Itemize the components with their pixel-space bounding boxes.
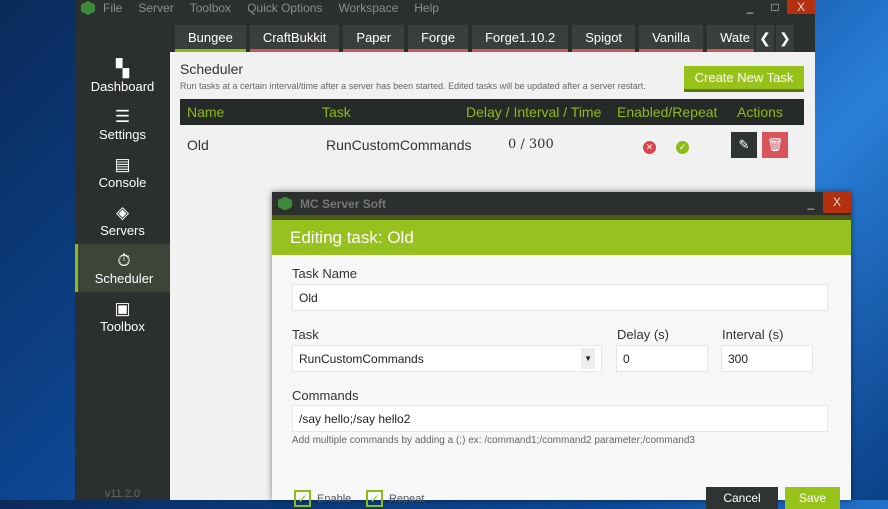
tab-next-button[interactable]: ❯ xyxy=(775,25,794,52)
dialog-minimize-button[interactable]: _ xyxy=(802,196,820,210)
cancel-button[interactable]: Cancel xyxy=(706,487,778,509)
sidebar-item-label: Settings xyxy=(99,126,146,142)
commands-label: Commands xyxy=(292,388,359,403)
tab-prev-button[interactable]: ❮ xyxy=(755,25,774,52)
tab-forge[interactable]: Forge xyxy=(408,25,469,52)
close-button[interactable]: X xyxy=(787,0,815,14)
commands-hint: Add multiple commands by adding a (;) ex… xyxy=(292,435,695,446)
column-actions: Actions xyxy=(737,104,783,120)
menu-file[interactable]: File xyxy=(103,1,122,15)
console-icon: ▤ xyxy=(114,154,131,174)
app-logo-icon xyxy=(278,196,292,211)
page-title: Scheduler xyxy=(180,61,244,77)
task-name: Old xyxy=(187,137,209,153)
edit-task-button[interactable]: ✎ xyxy=(731,132,757,158)
delay-label: Delay (s) xyxy=(617,327,670,342)
minimize-button[interactable]: _ xyxy=(740,0,760,14)
task-name-input[interactable]: Old xyxy=(292,284,828,311)
tab-craftbukkit[interactable]: CraftBukkit xyxy=(249,25,340,52)
toolbox-icon: ▣ xyxy=(114,298,131,318)
sidebar-item-scheduler[interactable]: ⏱ Scheduler xyxy=(75,244,170,292)
page-description: Run tasks at a certain interval/time aft… xyxy=(180,81,646,91)
sidebar-item-label: Dashboard xyxy=(90,78,155,94)
sidebar-item-toolbox[interactable]: ▣ Toolbox xyxy=(75,292,170,340)
task-select-value: RunCustomCommands xyxy=(299,351,424,366)
sidebar-item-settings[interactable]: ☰ Settings xyxy=(75,100,170,148)
task-timing: 0 / 300 xyxy=(508,137,554,152)
repeat-checkbox[interactable]: ✓ Repeat xyxy=(366,490,424,507)
server-tabs: Bungee CraftBukkit Paper Forge Forge1.10… xyxy=(175,25,796,52)
version-label: v11.2.0 xyxy=(104,488,141,500)
column-enabled-repeat: Enabled/Repeat xyxy=(617,104,718,120)
enable-checkbox[interactable]: ✓ Enable xyxy=(294,490,351,507)
dialog-titlebar: MC Server Soft xyxy=(272,192,851,215)
pencil-icon: ✎ xyxy=(738,137,750,152)
sidebar-item-label: Console xyxy=(98,174,147,190)
menu-help[interactable]: Help xyxy=(414,1,439,15)
tab-waterfall[interactable]: Wate xyxy=(707,25,754,52)
tab-vanilla[interactable]: Vanilla xyxy=(639,25,704,52)
table-row[interactable]: Old RunCustomCommands 0 / 300 ✕ ✓ ✎ 🗑 xyxy=(180,132,804,162)
sliders-icon: ☰ xyxy=(114,106,131,126)
checkmark-icon: ✓ xyxy=(366,490,383,507)
dialog-close-button[interactable]: X xyxy=(823,192,851,213)
menu-server[interactable]: Server xyxy=(138,1,173,15)
save-button[interactable]: Save xyxy=(785,487,840,509)
repeat-label: Repeat xyxy=(389,492,425,505)
tab-paper[interactable]: Paper xyxy=(343,25,405,52)
enable-label: Enable xyxy=(317,492,352,505)
dialog-app-title: MC Server Soft xyxy=(300,196,387,211)
sidebar-item-servers[interactable]: ◈ Servers xyxy=(75,196,170,244)
tab-bungee[interactable]: Bungee xyxy=(175,25,246,52)
menu-bar: File Server Toolbox Quick Options Worksp… xyxy=(75,0,815,16)
column-task: Task xyxy=(322,104,351,120)
menu-workspace[interactable]: Workspace xyxy=(338,1,398,15)
menu-toolbox[interactable]: Toolbox xyxy=(190,1,231,15)
maximize-button[interactable]: □ xyxy=(765,0,785,14)
chevron-down-icon: ▼ xyxy=(581,348,595,369)
checkmark-icon: ✓ xyxy=(294,490,311,507)
sidebar-item-label: Scheduler xyxy=(94,270,154,286)
sidebar: ▚ Dashboard ☰ Settings ▤ Console ◈ Servers ⏱… xyxy=(75,52,170,340)
task-select[interactable]: RunCustomCommands ▼ xyxy=(292,345,602,372)
table-header: Name Task Delay / Interval / Time Enable… xyxy=(180,99,804,125)
layers-icon: ◈ xyxy=(115,202,130,222)
menu-quick-options[interactable]: Quick Options xyxy=(247,1,322,15)
delete-task-button[interactable]: 🗑 xyxy=(762,132,788,158)
trash-icon: 🗑 xyxy=(766,137,784,152)
tab-spigot[interactable]: Spigot xyxy=(572,25,636,52)
task-label: Task xyxy=(292,327,319,342)
repeat-check-icon: ✓ xyxy=(676,141,689,154)
delay-input[interactable]: 0 xyxy=(616,345,708,372)
disabled-icon: ✕ xyxy=(643,141,656,154)
dashboard-icon: ▚ xyxy=(115,58,130,78)
task-name-label: Task Name xyxy=(292,266,358,281)
sidebar-item-dashboard[interactable]: ▚ Dashboard xyxy=(75,52,170,100)
column-name: Name xyxy=(187,104,225,120)
commands-input[interactable]: /say hello;/say hello2 xyxy=(292,405,828,432)
sidebar-item-label: Servers xyxy=(100,222,145,238)
sidebar-item-label: Toolbox xyxy=(100,318,145,334)
edit-task-dialog: MC Server Soft _ X Editing task: Old Tas… xyxy=(272,192,851,509)
tab-forge1102[interactable]: Forge1.10.2 xyxy=(472,25,569,52)
dialog-heading: Editing task: Old xyxy=(272,220,851,255)
interval-input[interactable]: 300 xyxy=(721,345,813,372)
create-new-task-button[interactable]: Create New Task xyxy=(684,66,804,92)
sidebar-item-console[interactable]: ▤ Console xyxy=(75,148,170,196)
interval-label: Interval (s) xyxy=(722,327,784,342)
task-type: RunCustomCommands xyxy=(326,137,472,153)
column-timing: Delay / Interval / Time xyxy=(466,104,602,120)
stopwatch-icon: ⏱ xyxy=(117,250,131,270)
app-logo-icon xyxy=(81,1,95,15)
